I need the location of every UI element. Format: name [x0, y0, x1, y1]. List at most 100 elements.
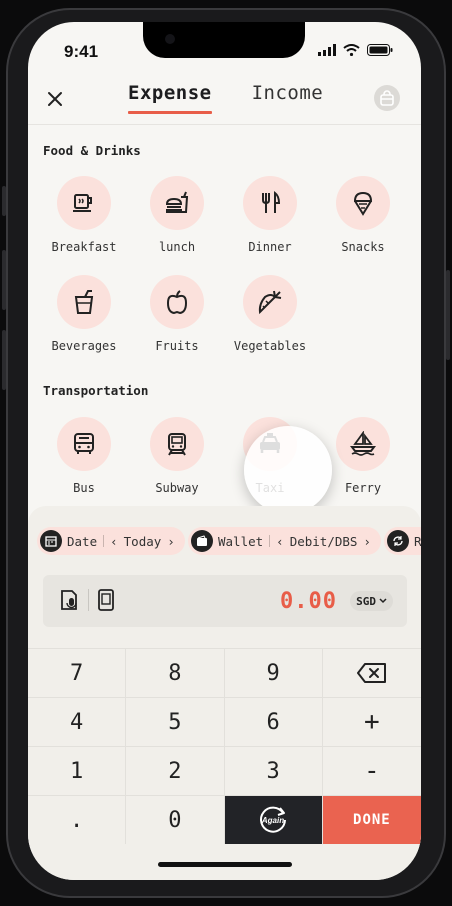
keypad-row: 7 8 9 [28, 648, 421, 697]
wallet-icon-wrap [191, 530, 213, 552]
status-icons [318, 44, 393, 56]
category-vegetables[interactable]: Vegetables [230, 275, 310, 353]
voice-note-icon [61, 590, 77, 610]
category-icon-wrap [150, 275, 204, 329]
key-0[interactable]: 0 [126, 796, 225, 844]
power-button [446, 270, 450, 360]
ice-cream-icon [353, 191, 373, 216]
type-tabs: Expense Income [128, 82, 324, 114]
key-1[interactable]: 1 [28, 747, 127, 795]
wallet-icon [197, 535, 207, 546]
cellular-signal-icon [318, 44, 336, 56]
again-button[interactable]: Again [224, 796, 323, 844]
category-bus[interactable]: Bus [44, 417, 124, 495]
category-beverages[interactable]: Beverages [44, 275, 124, 353]
burger-drink-icon [165, 191, 189, 213]
header-divider [28, 124, 421, 125]
shopping-bag-icon [380, 90, 394, 106]
key-decimal[interactable]: . [28, 796, 127, 844]
bag-button[interactable] [374, 85, 400, 111]
repeat-icon-wrap [387, 530, 409, 552]
wallet-chip[interactable]: Wallet ‹ Debit/DBS › [188, 527, 381, 555]
category-dinner[interactable]: Dinner [230, 176, 310, 254]
wallet-chip-value: Debit/DBS [289, 533, 358, 549]
mute-switch [2, 186, 6, 216]
category-label: Subway [155, 481, 199, 495]
category-ferry[interactable]: Ferry [323, 417, 403, 495]
carrot-icon [258, 290, 282, 315]
category-label: Dinner [248, 240, 292, 254]
battery-icon [367, 44, 393, 56]
key-2[interactable]: 2 [126, 747, 225, 795]
key-5[interactable]: 5 [126, 698, 225, 746]
repeat-chip[interactable]: R [384, 527, 421, 555]
keypad-row: 1 2 3 - [28, 746, 421, 795]
chip-separator [269, 535, 271, 547]
amount-box: 0.00 SGD [43, 575, 407, 627]
key-3[interactable]: 3 [225, 747, 323, 795]
currency-code: SGD [356, 594, 376, 608]
tab-income[interactable]: Income [252, 82, 324, 110]
category-lunch[interactable]: lunch [137, 176, 217, 254]
close-button[interactable] [44, 88, 66, 110]
wifi-icon [343, 44, 360, 56]
key-8[interactable]: 8 [126, 649, 225, 697]
category-icon-wrap [336, 417, 390, 471]
wallet-next-chevron-icon[interactable]: › [363, 534, 371, 549]
tab-expense[interactable]: Expense [128, 82, 212, 114]
category-icon-wrap [57, 417, 111, 471]
wallet-prev-chevron-icon[interactable]: ‹ [276, 534, 284, 549]
section-title-transport: Transportation [43, 383, 149, 398]
category-label: Ferry [344, 481, 382, 495]
key-6[interactable]: 6 [225, 698, 323, 746]
category-label: Vegetables [233, 339, 307, 353]
keypad-row: . 0 Again DONE [28, 795, 421, 844]
category-icon-wrap [150, 417, 204, 471]
date-next-chevron-icon[interactable]: › [167, 534, 175, 549]
amount-divider [88, 589, 89, 611]
category-fruits[interactable]: Fruits [137, 275, 217, 353]
receipt-scan-button[interactable] [97, 589, 115, 615]
coffee-cup-icon [73, 194, 92, 212]
key-7[interactable]: 7 [28, 649, 127, 697]
chevron-down-icon [379, 598, 387, 604]
category-label: Beverages [51, 339, 117, 353]
notch [143, 22, 305, 58]
category-icon-wrap [243, 275, 297, 329]
app-screen: 9:41 Expense Income Food & Drinks Breakf… [28, 22, 421, 880]
category-icon-wrap [243, 176, 297, 230]
volume-down-button [2, 330, 6, 390]
category-icon-wrap [57, 275, 111, 329]
category-label: Bus [73, 481, 95, 495]
wallet-chip-label: Wallet [218, 533, 264, 549]
category-breakfast[interactable]: Breakfast [44, 176, 124, 254]
number-keypad: 7 8 9 4 5 6 + 1 2 3 - . 0 Again DONE [28, 648, 421, 844]
key-minus[interactable]: - [323, 747, 421, 795]
key-backspace[interactable] [323, 649, 421, 697]
date-prev-chevron-icon[interactable]: ‹ [110, 534, 118, 549]
done-button[interactable]: DONE [322, 796, 421, 844]
amount-value: 0.00 [280, 589, 337, 614]
volume-up-button [2, 250, 6, 310]
category-label: Breakfast [51, 240, 117, 254]
key-plus[interactable]: + [323, 698, 421, 746]
camera [165, 34, 175, 44]
category-snacks[interactable]: Snacks [323, 176, 403, 254]
status-time: 9:41 [64, 42, 99, 61]
category-subway[interactable]: Subway [137, 417, 217, 495]
again-icon: Again [260, 806, 287, 833]
category-label: lunch [158, 240, 196, 254]
key-4[interactable]: 4 [28, 698, 127, 746]
currency-selector[interactable]: SGD [350, 591, 393, 611]
glass-straw-icon [74, 290, 94, 314]
voice-note-button[interactable] [59, 589, 81, 615]
section-title-food: Food & Drinks [43, 143, 141, 158]
date-chip[interactable]: Date ‹ Today › [37, 527, 185, 555]
key-9[interactable]: 9 [225, 649, 323, 697]
category-label: Snacks [341, 240, 385, 254]
home-indicator [158, 862, 292, 867]
bus-icon [74, 433, 94, 454]
backspace-icon [356, 663, 386, 683]
touch-indicator [244, 426, 332, 514]
calendar-icon-wrap [40, 530, 62, 552]
